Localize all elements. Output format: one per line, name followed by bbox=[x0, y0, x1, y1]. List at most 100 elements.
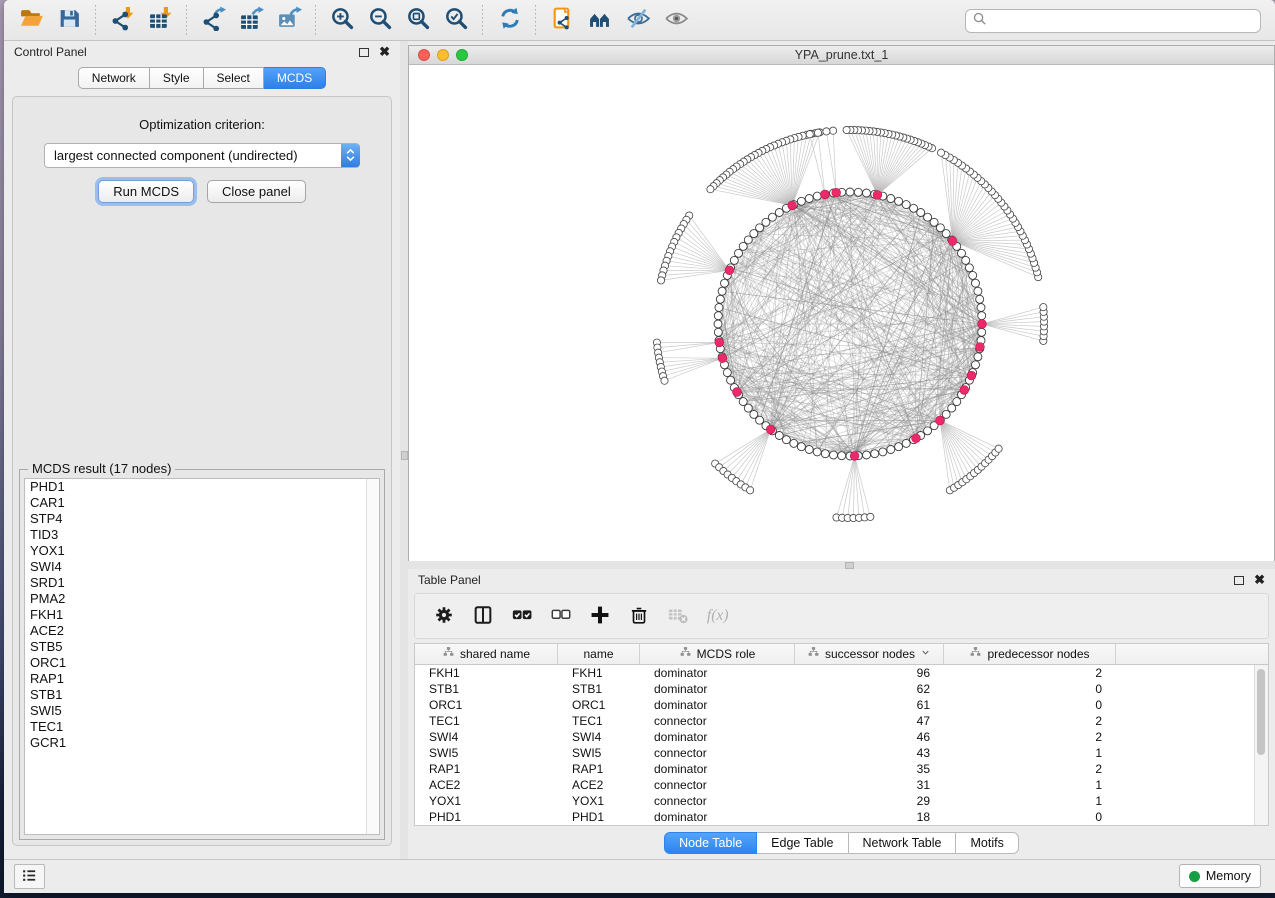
cell-MCDS-role: dominator bbox=[640, 697, 795, 713]
horizontal-splitter[interactable] bbox=[408, 561, 1275, 569]
zoom-out-button[interactable] bbox=[361, 4, 399, 36]
export-table-button[interactable] bbox=[232, 4, 270, 36]
table-panel-close-button[interactable]: ✖ bbox=[1254, 575, 1265, 585]
zoom-in-button[interactable] bbox=[323, 4, 361, 36]
mcds-node-item[interactable]: RAP1 bbox=[25, 671, 379, 687]
splitter-grip[interactable] bbox=[845, 562, 854, 569]
mcds-node-item[interactable]: SRD1 bbox=[25, 575, 379, 591]
mcds-node-item[interactable]: FKH1 bbox=[25, 607, 379, 623]
open-file-button[interactable] bbox=[12, 4, 50, 36]
vertical-splitter[interactable] bbox=[400, 41, 408, 860]
add-column-button[interactable] bbox=[585, 601, 615, 631]
task-history-button[interactable] bbox=[14, 864, 45, 889]
tab-node-table[interactable]: Node Table bbox=[664, 832, 757, 854]
first-neighbors-button[interactable] bbox=[581, 4, 619, 36]
delete-column-button[interactable] bbox=[624, 601, 654, 631]
open-file-icon bbox=[19, 6, 44, 34]
mcds-node-item[interactable]: STB5 bbox=[25, 639, 379, 655]
table-row[interactable]: ACE2ACE2connector311 bbox=[415, 777, 1268, 793]
zoom-fit-button[interactable] bbox=[399, 4, 437, 36]
deselect-all-button[interactable] bbox=[546, 601, 576, 631]
mcds-node-item[interactable]: ACE2 bbox=[25, 623, 379, 639]
optimization-criterion-select[interactable]: largest connected component (undirected) bbox=[44, 143, 360, 168]
column-header-name[interactable]: name bbox=[558, 644, 640, 664]
network-canvas[interactable] bbox=[409, 65, 1274, 561]
table-scrollbar[interactable] bbox=[1254, 665, 1268, 825]
table-row[interactable]: SWI5SWI5connector431 bbox=[415, 745, 1268, 761]
show-all-button[interactable] bbox=[657, 4, 695, 36]
cell-name: YOX1 bbox=[558, 793, 640, 809]
mcds-node-item[interactable]: YOX1 bbox=[25, 543, 379, 559]
table-row[interactable]: TEC1TEC1connector472 bbox=[415, 713, 1268, 729]
column-header-MCDS-role[interactable]: MCDS role bbox=[640, 644, 795, 664]
mcds-node-item[interactable]: SWI5 bbox=[25, 703, 379, 719]
close-window-icon[interactable] bbox=[418, 49, 430, 61]
cell-predecessor-nodes: 1 bbox=[944, 745, 1116, 761]
hide-selected-button[interactable] bbox=[619, 4, 657, 36]
memory-status-icon bbox=[1189, 871, 1200, 882]
mcds-node-item[interactable]: STB1 bbox=[25, 687, 379, 703]
refresh-button[interactable] bbox=[490, 4, 528, 36]
table-row[interactable]: ORC1ORC1dominator610 bbox=[415, 697, 1268, 713]
table-row[interactable]: FKH1FKH1dominator962 bbox=[415, 665, 1268, 681]
mcds-node-item[interactable]: TID3 bbox=[25, 527, 379, 543]
mcds-node-item[interactable]: GCR1 bbox=[25, 735, 379, 751]
cell-successor-nodes: 31 bbox=[795, 777, 944, 793]
table-row[interactable]: PHD1PHD1dominator180 bbox=[415, 809, 1268, 825]
mcds-node-item[interactable]: STP4 bbox=[25, 511, 379, 527]
import-table-button[interactable] bbox=[141, 4, 179, 36]
close-panel-button[interactable]: Close panel bbox=[207, 180, 306, 203]
tab-mcds[interactable]: MCDS bbox=[264, 67, 326, 89]
zoom-window-icon[interactable] bbox=[456, 49, 468, 61]
cell-shared-name: PHD1 bbox=[415, 809, 558, 825]
tab-network-table[interactable]: Network Table bbox=[849, 832, 957, 854]
mcds-node-item[interactable]: PHD1 bbox=[25, 479, 379, 495]
mcds-node-item[interactable]: TEC1 bbox=[25, 719, 379, 735]
table-row[interactable]: SWI4SWI4dominator462 bbox=[415, 729, 1268, 745]
table-row[interactable]: STB1STB1dominator620 bbox=[415, 681, 1268, 697]
control-panel-float-button[interactable] bbox=[359, 48, 369, 57]
result-list-scrollbar[interactable] bbox=[366, 479, 379, 834]
column-header-shared-name[interactable]: shared name bbox=[415, 644, 558, 664]
scrollbar-thumb[interactable] bbox=[1257, 669, 1265, 755]
mcds-node-item[interactable]: PMA2 bbox=[25, 591, 379, 607]
zoom-in-icon bbox=[330, 6, 355, 34]
table-row[interactable]: RAP1RAP1dominator352 bbox=[415, 761, 1268, 777]
mcds-node-item[interactable]: CAR1 bbox=[25, 495, 379, 511]
select-all-button[interactable] bbox=[507, 601, 537, 631]
tab-network[interactable]: Network bbox=[78, 67, 150, 89]
export-network-button[interactable] bbox=[194, 4, 232, 36]
mcds-node-item[interactable]: ORC1 bbox=[25, 655, 379, 671]
save-session-icon bbox=[57, 6, 82, 34]
columns-button[interactable] bbox=[468, 601, 498, 631]
gear-button[interactable] bbox=[429, 601, 459, 631]
mcds-node-item[interactable]: SWI4 bbox=[25, 559, 379, 575]
delete-column-icon bbox=[628, 604, 650, 629]
zoom-out-icon bbox=[368, 6, 393, 34]
column-header-successor-nodes[interactable]: successor nodes bbox=[795, 644, 944, 664]
cell-predecessor-nodes: 2 bbox=[944, 729, 1116, 745]
tab-edge-table[interactable]: Edge Table bbox=[757, 832, 848, 854]
splitter-grip[interactable] bbox=[401, 451, 408, 460]
memory-button[interactable]: Memory bbox=[1179, 864, 1261, 888]
tab-motifs[interactable]: Motifs bbox=[956, 832, 1018, 854]
column-header-predecessor-nodes[interactable]: predecessor nodes bbox=[944, 644, 1116, 664]
minimize-window-icon[interactable] bbox=[437, 49, 449, 61]
control-panel-close-button[interactable]: ✖ bbox=[379, 47, 390, 57]
save-session-button[interactable] bbox=[50, 4, 88, 36]
network-graph bbox=[409, 65, 1275, 564]
table-panel-float-button[interactable] bbox=[1234, 576, 1244, 585]
tab-style[interactable]: Style bbox=[150, 67, 204, 89]
first-neighbors-icon bbox=[588, 6, 613, 34]
network-window-title: YPA_prune.txt_1 bbox=[795, 48, 889, 62]
table-row[interactable]: YOX1YOX1connector291 bbox=[415, 793, 1268, 809]
export-image-button[interactable] bbox=[270, 4, 308, 36]
network-from-file-button[interactable] bbox=[543, 4, 581, 36]
import-network-button[interactable] bbox=[103, 4, 141, 36]
run-mcds-button[interactable]: Run MCDS bbox=[98, 180, 194, 203]
tab-select[interactable]: Select bbox=[204, 67, 264, 89]
tree-icon bbox=[969, 646, 982, 662]
search-input[interactable] bbox=[992, 13, 1254, 29]
zoom-selected-button[interactable] bbox=[437, 4, 475, 36]
cell-shared-name: SWI5 bbox=[415, 745, 558, 761]
